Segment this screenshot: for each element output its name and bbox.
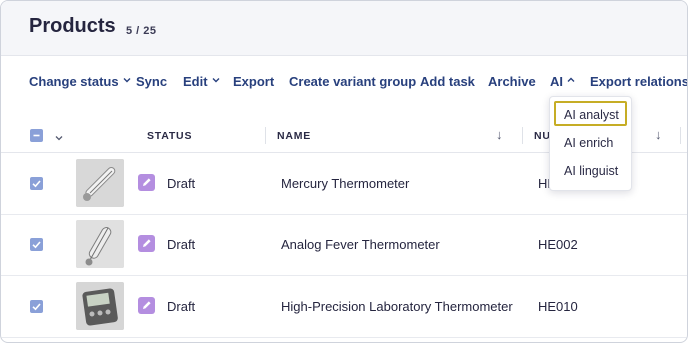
chevron-down-icon (211, 75, 221, 85)
product-name[interactable]: Mercury Thermometer (281, 176, 409, 191)
check-icon (32, 303, 41, 311)
fever-thermometer-image (76, 220, 124, 268)
chevron-up-icon (566, 75, 576, 85)
export-button[interactable]: Export (233, 74, 274, 89)
column-divider[interactable] (522, 127, 523, 144)
edit-label: Edit (183, 74, 208, 89)
row-checkbox[interactable] (30, 177, 43, 190)
draft-pencil-icon (138, 297, 155, 314)
column-divider[interactable] (265, 127, 266, 144)
edit-button[interactable]: Edit (183, 74, 221, 89)
minus-icon (33, 134, 40, 137)
ai-label: AI (550, 74, 563, 89)
change-status-label: Change status (29, 74, 119, 89)
export-relations-button[interactable]: Export relations (590, 74, 687, 89)
row-checkbox[interactable] (30, 238, 43, 251)
product-number: HE002 (538, 237, 578, 252)
product-name[interactable]: Analog Fever Thermometer (281, 237, 440, 252)
column-divider[interactable] (680, 127, 681, 144)
menu-item-ai-analyst[interactable]: AI analyst (564, 108, 619, 122)
ai-dropdown-menu: AI analyst AI enrich AI linguist (549, 96, 632, 191)
menu-item-ai-linguist[interactable]: AI linguist (564, 164, 618, 178)
status-text: Draft (167, 299, 196, 314)
products-panel: Products 5 / 25 Change status Sync Edit … (0, 0, 688, 343)
sync-button[interactable]: Sync (136, 74, 167, 89)
menu-item-ai-enrich[interactable]: AI enrich (564, 136, 613, 150)
sort-arrow-icon[interactable]: ↓ (655, 127, 662, 142)
mercury-thermometer-image (76, 159, 124, 207)
table-row[interactable]: Draft Analog Fever Thermometer HE002 (1, 214, 687, 276)
row-checkbox[interactable] (30, 300, 43, 313)
chevron-down-icon (122, 75, 132, 85)
column-header-name[interactable]: NAME (277, 130, 311, 142)
product-name[interactable]: High-Precision Laboratory Thermometer (281, 299, 513, 314)
add-task-button[interactable]: Add task (420, 74, 475, 89)
draft-pencil-icon (138, 235, 155, 252)
status-text: Draft (167, 237, 196, 252)
archive-button[interactable]: Archive (488, 74, 536, 89)
chevron-down-icon[interactable] (54, 130, 64, 148)
column-header-status[interactable]: STATUS (147, 130, 192, 142)
ai-menu-button[interactable]: AI (550, 74, 576, 89)
product-number: HE010 (538, 299, 578, 314)
page-header: Products 5 / 25 (1, 1, 687, 56)
status-text: Draft (167, 176, 196, 191)
digital-thermometer-image (76, 282, 124, 330)
bulk-action-toolbar: Change status Sync Edit Export Create va… (1, 67, 687, 97)
check-icon (32, 241, 41, 249)
table-row[interactable]: Draft High-Precision Laboratory Thermome… (1, 276, 687, 338)
draft-pencil-icon (138, 174, 155, 191)
create-variant-group-button[interactable]: Create variant group (289, 74, 416, 89)
change-status-button[interactable]: Change status (29, 74, 132, 89)
select-all-checkbox[interactable] (30, 129, 43, 142)
sort-arrow-icon[interactable]: ↓ (496, 127, 503, 142)
check-icon (32, 180, 41, 188)
page-title: Products (29, 15, 116, 37)
selection-count: 5 / 25 (126, 25, 157, 37)
